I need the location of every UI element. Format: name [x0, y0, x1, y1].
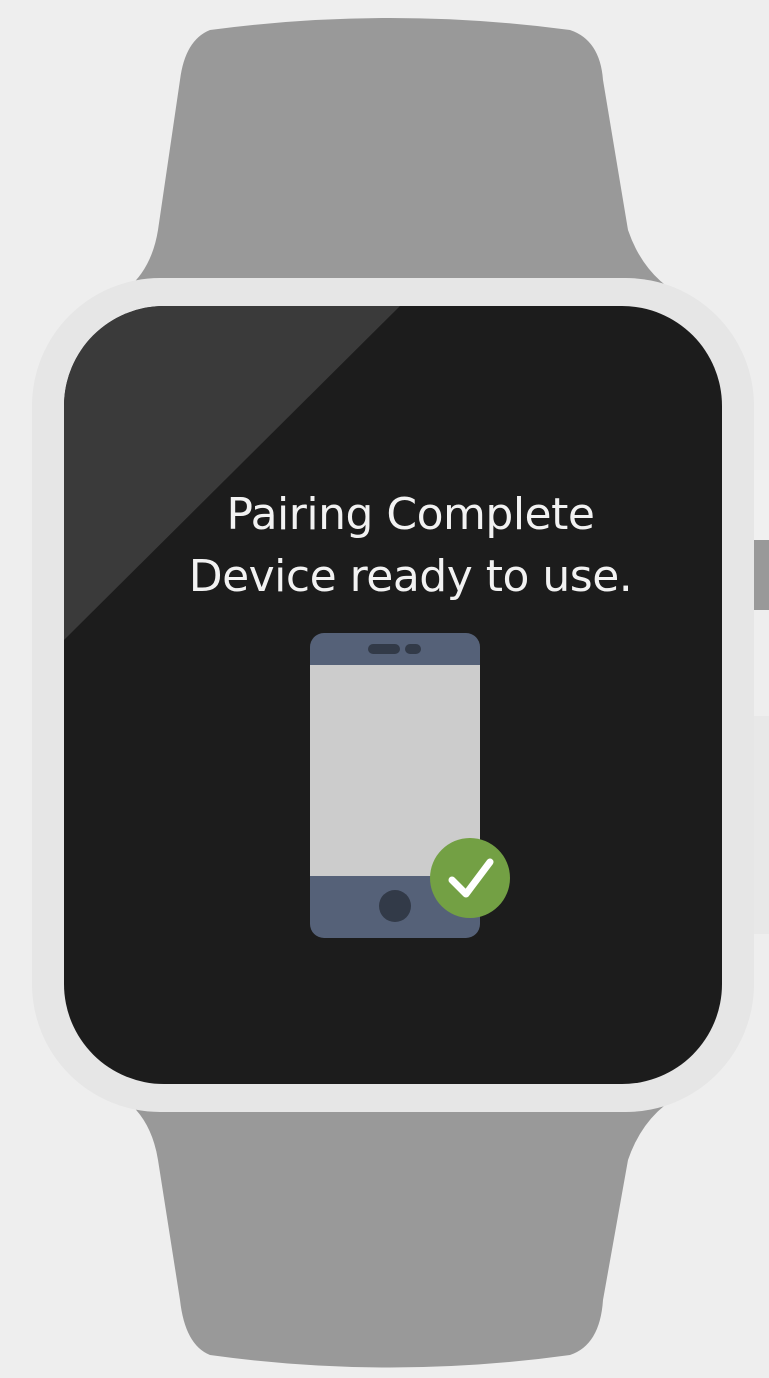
- phone-speaker: [368, 644, 400, 654]
- checkmark-icon: [430, 838, 510, 918]
- phone-home-button: [379, 890, 411, 922]
- pairing-title: Pairing Complete: [226, 489, 595, 540]
- smartwatch-icon: [32, 18, 769, 1368]
- pairing-complete-screen: Pairing Complete Device ready to use.: [0, 0, 769, 1378]
- watch-band-bottom: [110, 1090, 690, 1368]
- pairing-message: Pairing Complete Device ready to use.: [64, 484, 757, 608]
- phone-camera: [405, 644, 421, 654]
- pairing-subtitle: Device ready to use.: [188, 551, 633, 602]
- watch-band-top: [110, 18, 690, 300]
